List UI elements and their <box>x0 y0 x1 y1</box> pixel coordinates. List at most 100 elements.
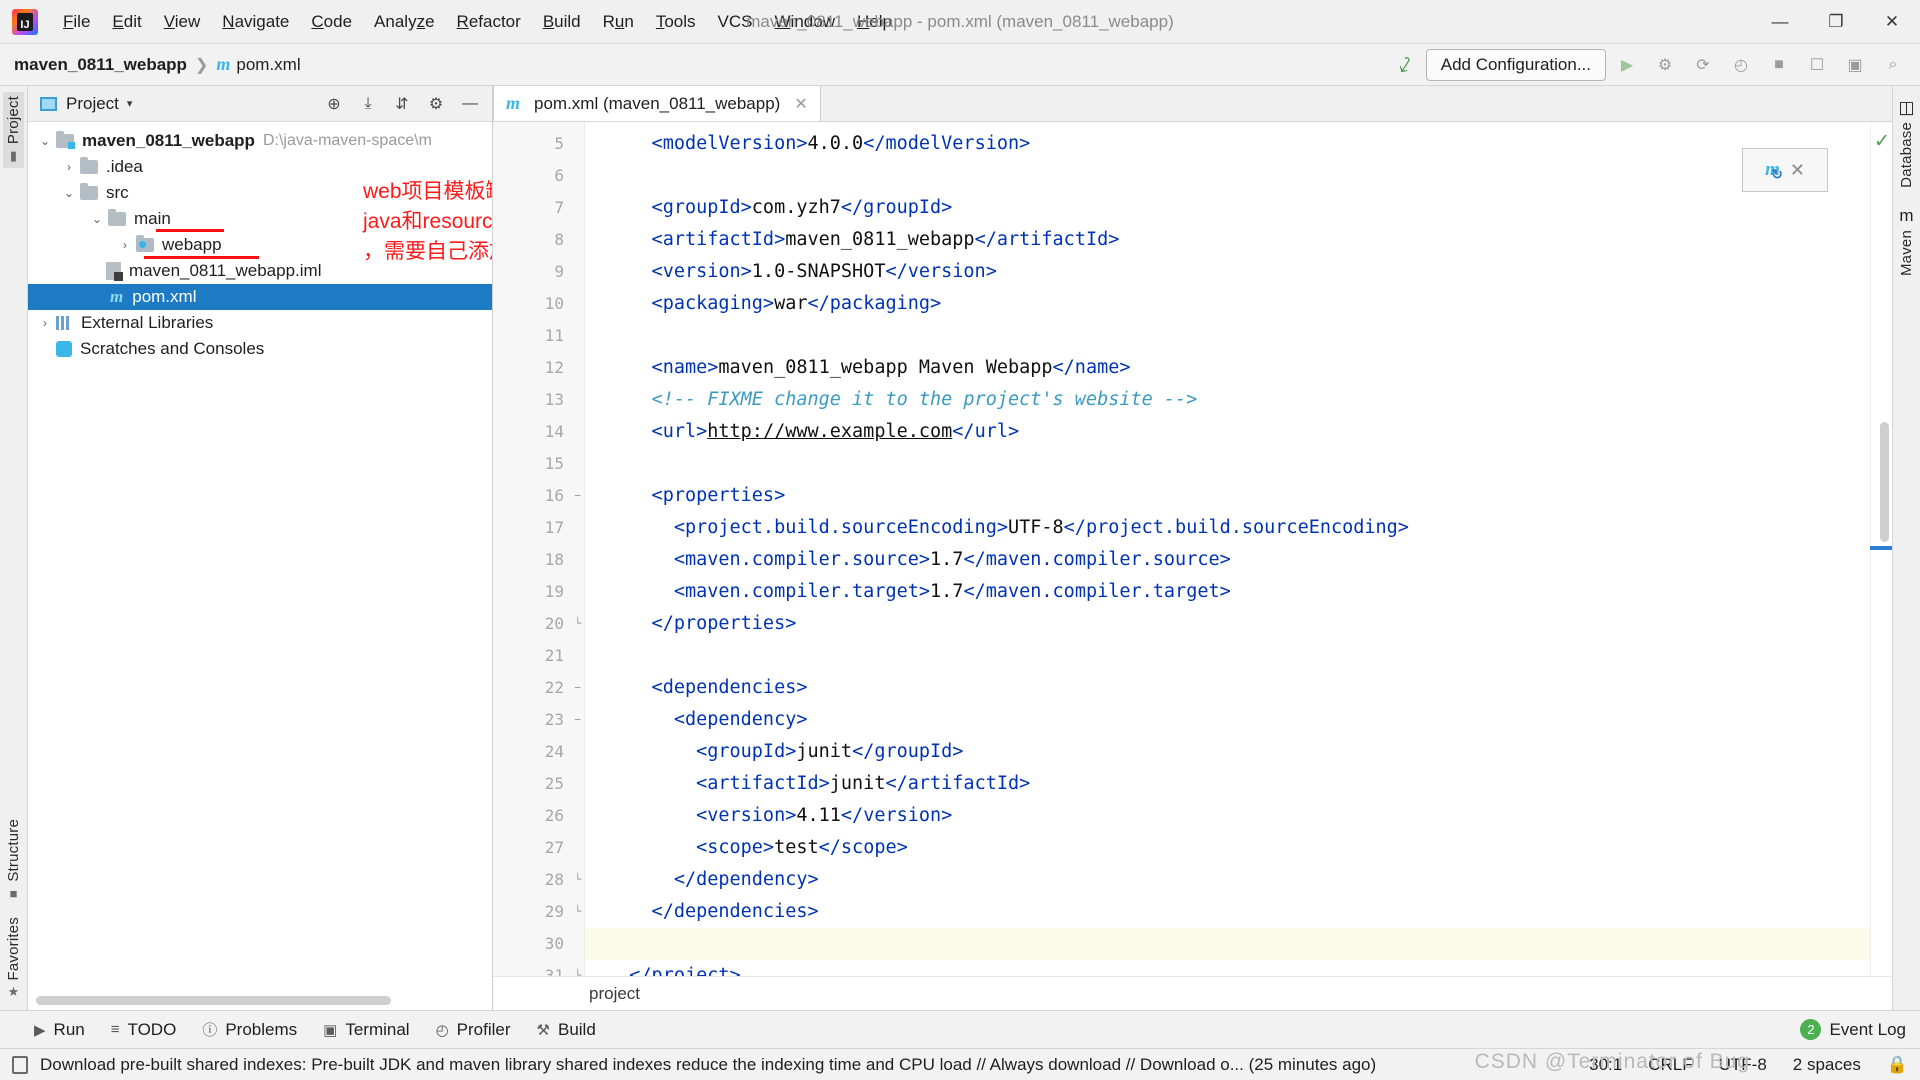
line-number[interactable]: 25 <box>493 768 584 800</box>
gear-icon[interactable]: ⚙ <box>420 89 452 119</box>
code-line[interactable] <box>585 320 1870 352</box>
menu-help[interactable]: Help <box>846 8 903 36</box>
chevron-down-icon[interactable]: ⌄ <box>86 212 108 226</box>
code-line[interactable]: <!-- FIXME change it to the project's we… <box>585 384 1870 416</box>
line-number[interactable]: 8 <box>493 224 584 256</box>
line-number[interactable]: 7 <box>493 192 584 224</box>
code-line[interactable]: <name>maven_0811_webapp Maven Webapp</na… <box>585 352 1870 384</box>
code-content[interactable]: <modelVersion>4.0.0</modelVersion> <grou… <box>585 122 1870 976</box>
menu-tools[interactable]: Tools <box>645 8 707 36</box>
tool-button-todo[interactable]: ≡ TODO <box>111 1020 177 1040</box>
lock-icon[interactable]: 🔒 <box>1887 1055 1908 1075</box>
menu-build[interactable]: Build <box>532 8 592 36</box>
menu-bar[interactable]: File Edit View Navigate Code Analyze Ref… <box>52 8 903 36</box>
code-line[interactable]: <artifactId>maven_0811_webapp</artifactI… <box>585 224 1870 256</box>
line-number[interactable]: 16− <box>493 480 584 512</box>
code-line[interactable]: <dependencies> <box>585 672 1870 704</box>
line-number[interactable]: 30 <box>493 928 584 960</box>
line-number[interactable]: 11 <box>493 320 584 352</box>
code-line[interactable]: <url>http://www.example.com</url> <box>585 416 1870 448</box>
line-number[interactable]: 19 <box>493 576 584 608</box>
tree-node-pom-xml[interactable]: m pom.xml <box>28 284 492 310</box>
chevron-down-icon[interactable]: ⌄ <box>58 186 80 200</box>
line-number[interactable]: 6 <box>493 160 584 192</box>
rail-item-project[interactable]: Project ▮ <box>3 92 24 169</box>
line-number[interactable]: 5 <box>493 128 584 160</box>
code-fold-icon[interactable]: └ <box>571 618 581 629</box>
collapse-all-icon[interactable]: ⇵ <box>386 89 418 119</box>
line-number[interactable]: 12 <box>493 352 584 384</box>
add-configuration-button[interactable]: Add Configuration... <box>1425 48 1606 81</box>
run-with-coverage-icon[interactable]: ⟳ <box>1686 50 1720 80</box>
code-line[interactable] <box>585 160 1870 192</box>
breadcrumb[interactable]: maven_0811_webapp ❯ m pom.xml <box>14 54 301 75</box>
notification-icon[interactable] <box>12 1055 28 1074</box>
tool-button-build[interactable]: ⚒ Build <box>537 1020 596 1040</box>
menu-view[interactable]: View <box>153 8 212 36</box>
code-fold-icon[interactable]: └ <box>571 970 581 976</box>
breadcrumb-project[interactable]: maven_0811_webapp <box>14 55 187 75</box>
rail-item-database[interactable]: ◫ Database <box>1896 94 1917 192</box>
event-log-button[interactable]: 2 Event Log <box>1800 1019 1920 1040</box>
file-encoding[interactable]: UTF-8 <box>1719 1055 1767 1075</box>
code-line[interactable]: <maven.compiler.target>1.7</maven.compil… <box>585 576 1870 608</box>
breadcrumb-file[interactable]: pom.xml <box>236 55 300 75</box>
code-line[interactable]: <project.build.sourceEncoding>UTF-8</pro… <box>585 512 1870 544</box>
updates-icon[interactable]: ▣ <box>1838 50 1872 80</box>
line-number[interactable]: 10 <box>493 288 584 320</box>
close-icon[interactable]: ✕ <box>794 94 807 114</box>
line-number[interactable]: 31 └ <box>493 960 584 976</box>
close-button[interactable]: ✕ <box>1864 0 1920 44</box>
inspection-gutter[interactable]: ✓ <box>1870 122 1892 976</box>
line-number[interactable]: 17 <box>493 512 584 544</box>
maven-reload-popup[interactable]: m ✕ <box>1742 148 1828 192</box>
code-line[interactable] <box>585 448 1870 480</box>
tree-node-external-libraries[interactable]: › External Libraries <box>28 310 492 336</box>
code-line[interactable]: <maven.compiler.source>1.7</maven.compil… <box>585 544 1870 576</box>
line-number[interactable]: 27 <box>493 832 584 864</box>
close-icon[interactable]: ✕ <box>1790 160 1805 181</box>
code-line[interactable]: <artifactId>junit</artifactId> <box>585 768 1870 800</box>
menu-code[interactable]: Code <box>300 8 363 36</box>
code-line[interactable] <box>585 640 1870 672</box>
profile-icon[interactable]: ◴ <box>1724 50 1758 80</box>
menu-edit[interactable]: Edit <box>101 8 152 36</box>
code-line[interactable]: </project> <box>585 960 1870 976</box>
code-line[interactable]: </dependencies> <box>585 896 1870 928</box>
line-separator[interactable]: CRLF <box>1648 1055 1692 1075</box>
code-line[interactable]: <dependency> <box>585 704 1870 736</box>
hide-panel-icon[interactable]: — <box>454 89 486 119</box>
code-line[interactable]: <version>4.11</version> <box>585 800 1870 832</box>
line-number[interactable]: 13 <box>493 384 584 416</box>
line-number[interactable]: 24 <box>493 736 584 768</box>
project-tree[interactable]: ⌄ maven_0811_webapp D:\java-maven-space\… <box>28 122 492 1010</box>
line-number[interactable]: 23− <box>493 704 584 736</box>
menu-analyze[interactable]: Analyze <box>363 8 446 36</box>
tree-node-scratches[interactable]: Scratches and Consoles <box>28 336 492 362</box>
rail-item-favorites[interactable]: Favorites ★ <box>3 913 24 1005</box>
caret-position[interactable]: 30:1 <box>1589 1055 1622 1075</box>
line-number[interactable]: 28 └ <box>493 864 584 896</box>
code-line[interactable]: <scope>test</scope> <box>585 832 1870 864</box>
code-line[interactable]: <properties> <box>585 480 1870 512</box>
code-line[interactable]: <packaging>war</packaging> <box>585 288 1870 320</box>
project-horizontal-scrollbar[interactable] <box>36 996 391 1005</box>
line-number[interactable]: 22− <box>493 672 584 704</box>
menu-vcs[interactable]: VCS <box>707 8 764 36</box>
tool-button-profiler[interactable]: ◴ Profiler <box>436 1020 511 1040</box>
menu-file[interactable]: File <box>52 8 101 36</box>
maven-reload-icon[interactable]: m <box>1765 159 1782 184</box>
tool-button-problems[interactable]: ⓘ Problems <box>202 1019 297 1040</box>
tree-node-module[interactable]: ⌄ maven_0811_webapp D:\java-maven-space\… <box>28 128 492 154</box>
menu-refactor[interactable]: Refactor <box>446 8 532 36</box>
code-line[interactable]: </dependency> <box>585 864 1870 896</box>
line-number[interactable]: 18 <box>493 544 584 576</box>
line-number[interactable]: 15 <box>493 448 584 480</box>
chevron-down-icon[interactable]: ▾ <box>127 97 133 110</box>
chevron-right-icon[interactable]: › <box>58 160 80 174</box>
expand-all-icon[interactable]: ⤓ <box>352 89 384 119</box>
menu-navigate[interactable]: Navigate <box>211 8 300 36</box>
line-number[interactable]: 26 <box>493 800 584 832</box>
line-number[interactable]: 14 <box>493 416 584 448</box>
debug-icon[interactable]: ⚙ <box>1648 50 1682 80</box>
